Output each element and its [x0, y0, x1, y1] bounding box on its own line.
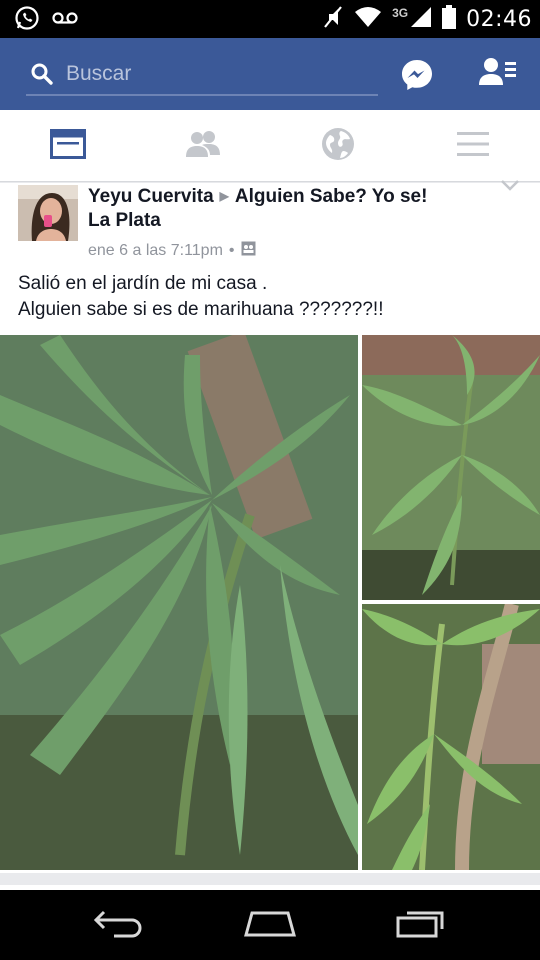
facebook-app-screen: 3G 02:46 Buscar Yeyu Cuervita ▶ Alguien … [0, 0, 540, 960]
back-arrow-icon [92, 908, 146, 943]
meta-separator: • [228, 242, 235, 259]
battery-icon [442, 4, 457, 34]
tab-notifications[interactable] [270, 110, 405, 182]
post-meta: ene 6 a las 7:11pm • [88, 241, 256, 261]
post-body: Salió en el jardín de mi casa . Alguien … [18, 271, 528, 323]
clock-time: 02:46 [466, 6, 532, 32]
search-icon [30, 62, 54, 91]
search-underline [26, 94, 378, 96]
post-options-button[interactable] [500, 179, 520, 193]
globe-icon [321, 127, 355, 166]
menu-icon [456, 130, 490, 163]
voicemail-icon [52, 11, 78, 30]
messenger-button[interactable] [400, 58, 436, 94]
messenger-icon [400, 60, 434, 96]
friend-requests-button[interactable] [478, 56, 520, 92]
search-input[interactable] [66, 59, 366, 89]
recent-apps-icon [395, 908, 447, 943]
post-text-line: Salió en el jardín de mi casa . [18, 273, 268, 294]
tab-friends[interactable] [135, 110, 270, 182]
status-bar: 3G 02:46 [0, 0, 540, 38]
search-bar[interactable] [26, 54, 378, 96]
post-text-line: Alguien sabe si es de marihuana ???????!… [18, 299, 384, 320]
mute-icon [322, 5, 344, 34]
recent-apps-button[interactable] [386, 904, 456, 946]
app-header [0, 38, 540, 110]
post-location[interactable]: La Plata [88, 210, 161, 232]
share-arrow-icon: ▶ [219, 189, 229, 203]
friends-icon [184, 130, 222, 163]
avatar[interactable] [18, 185, 78, 241]
group-name[interactable]: Alguien Sabe? Yo se! [235, 186, 428, 207]
wifi-icon [354, 6, 382, 33]
post-timestamp[interactable]: ene 6 a las 7:11pm [88, 242, 223, 260]
group-privacy-icon [241, 241, 256, 261]
chevron-down-icon [500, 180, 520, 197]
home-icon [242, 909, 298, 942]
friend-requests-icon [478, 58, 518, 92]
post-photo-bottom-right[interactable] [362, 604, 540, 870]
feed-post: Yeyu Cuervita ▶ Alguien Sabe? Yo se! La Pl… [0, 180, 540, 873]
whatsapp-icon [14, 5, 40, 36]
post-photo-top-right[interactable] [362, 335, 540, 600]
back-button[interactable] [84, 904, 154, 946]
post-header-line: Yeyu Cuervita ▶ Alguien Sabe? Yo se! [88, 185, 488, 210]
tab-menu[interactable] [405, 110, 540, 182]
signal-icon [410, 6, 432, 33]
home-button[interactable] [235, 904, 305, 946]
post-photo-main[interactable] [0, 335, 358, 870]
android-nav-bar [0, 890, 540, 960]
news-feed-icon [49, 128, 86, 164]
tab-bar [0, 110, 540, 182]
network-type: 3G [392, 6, 409, 20]
tab-news-feed[interactable] [0, 110, 135, 182]
author-name[interactable]: Yeyu Cuervita [88, 186, 214, 207]
